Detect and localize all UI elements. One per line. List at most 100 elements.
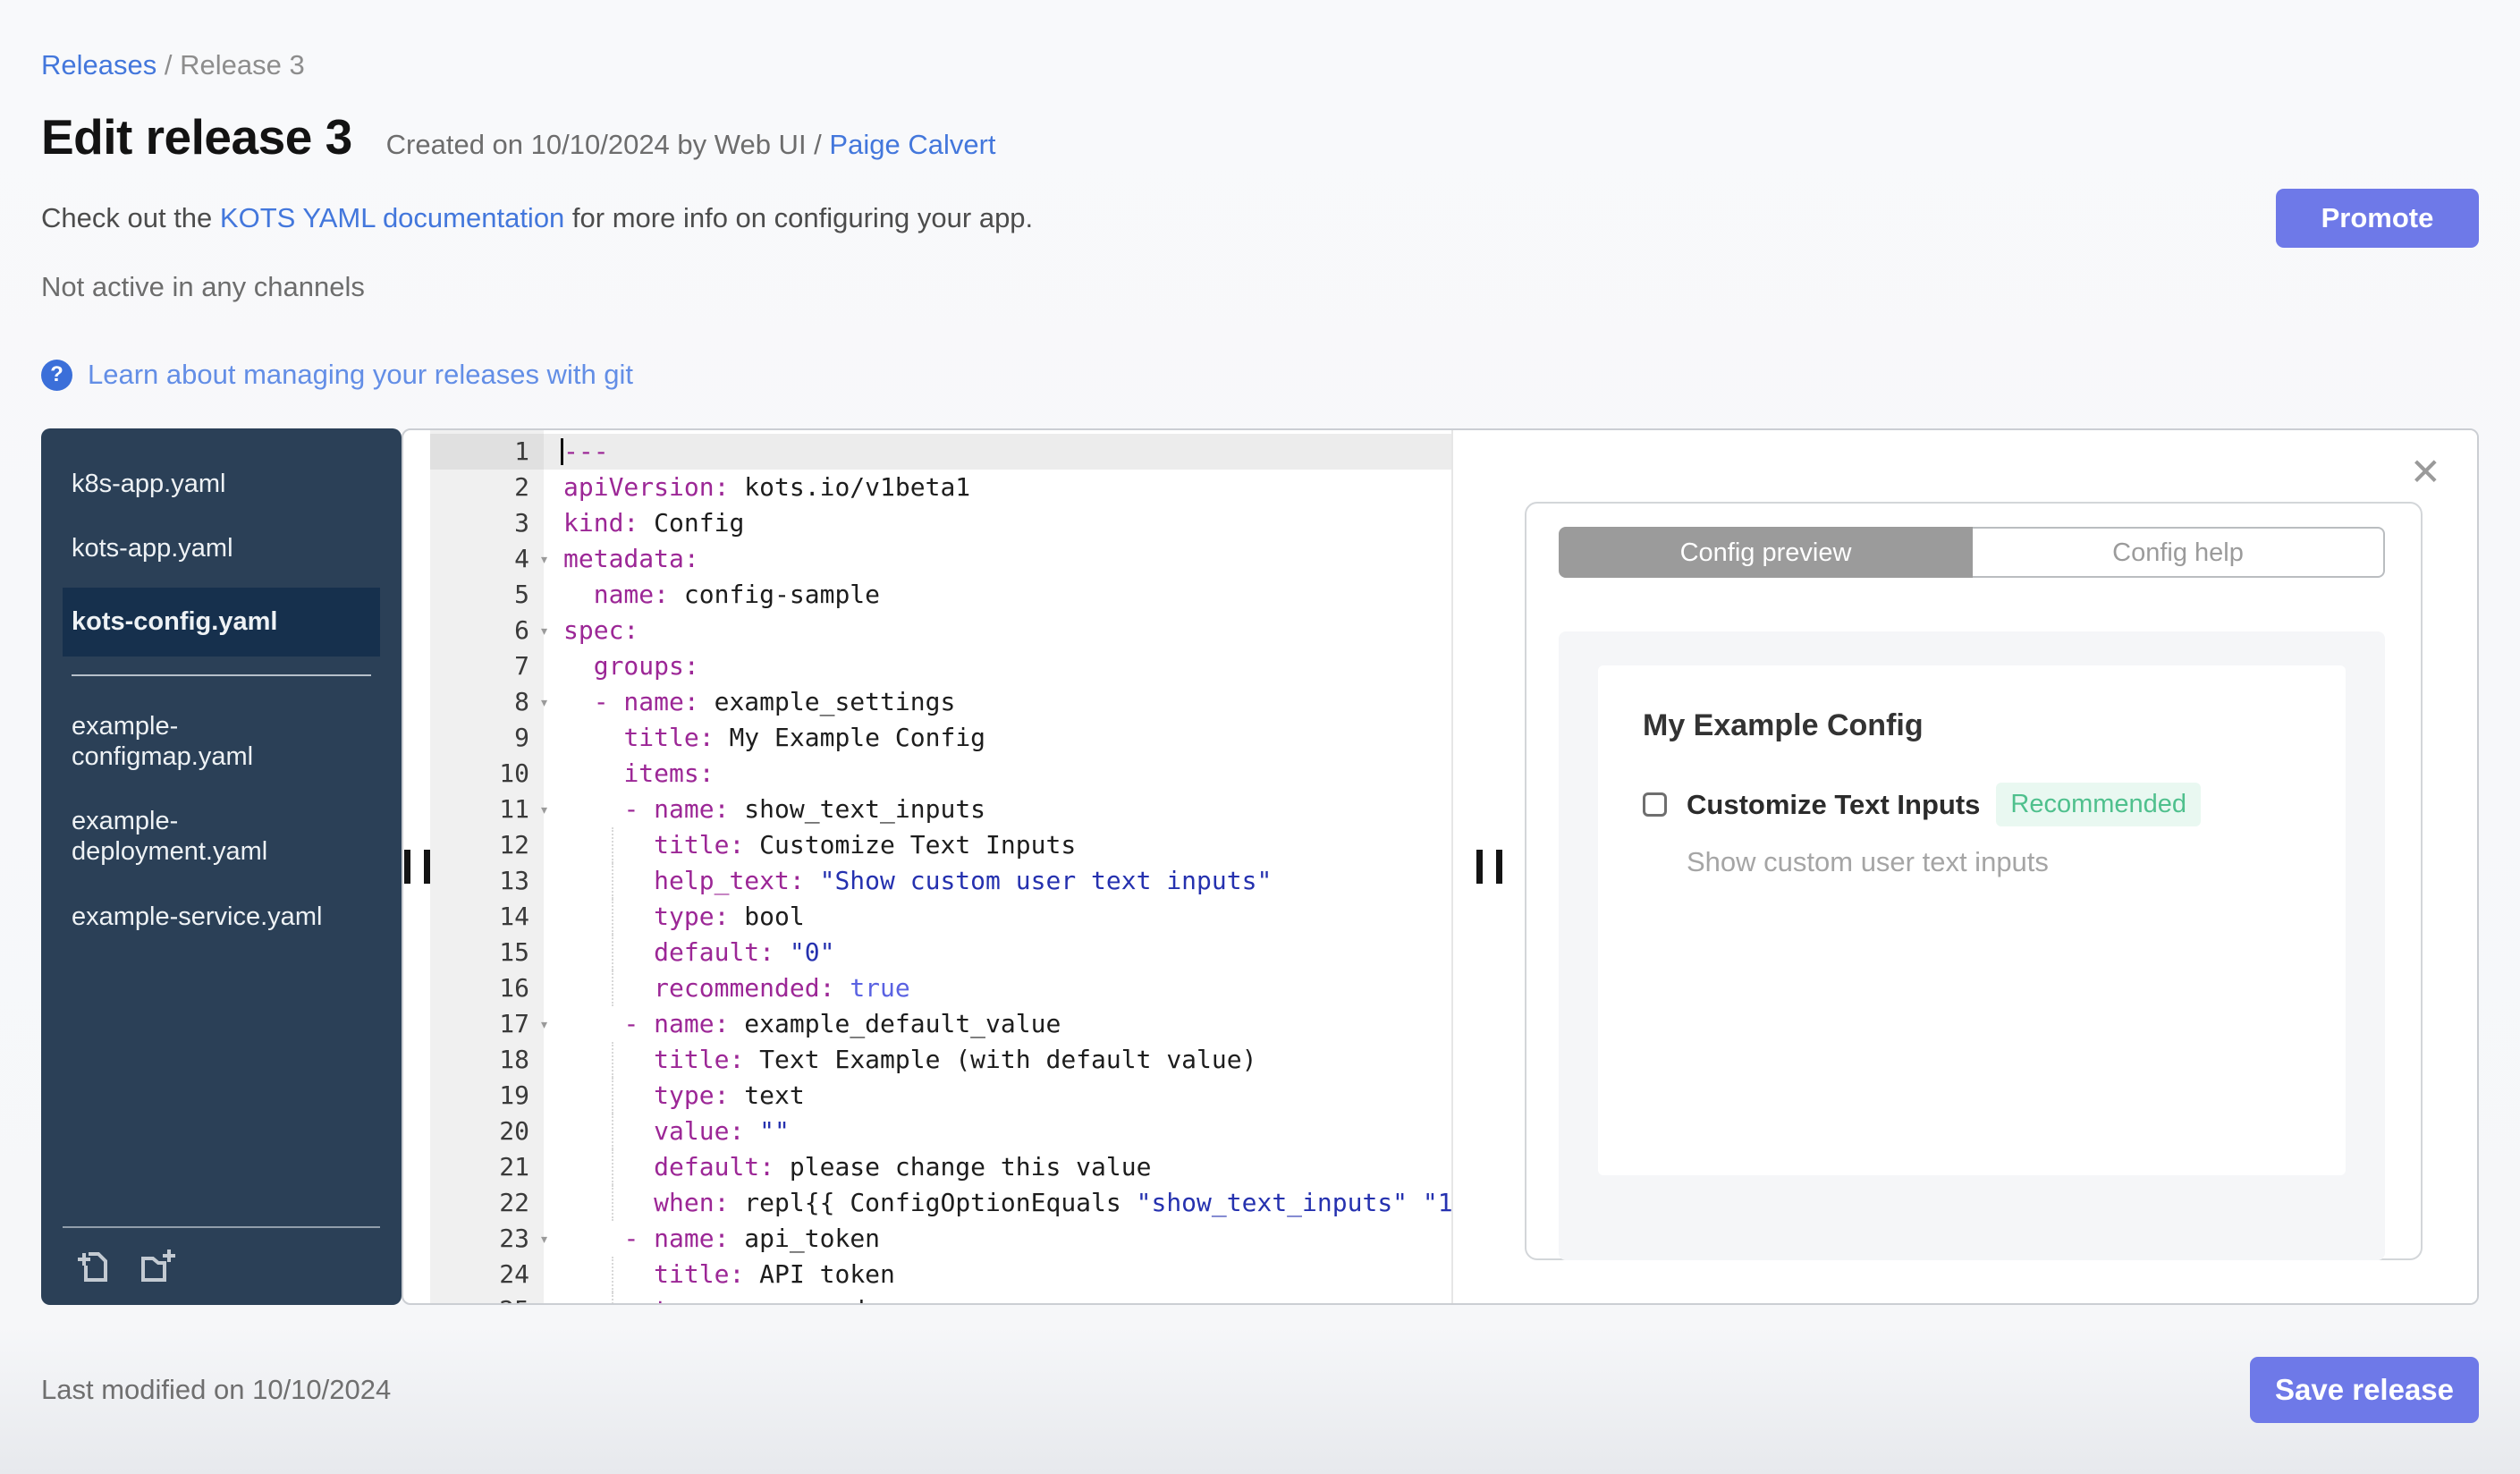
sidebar-file-example-configmap.yaml[interactable]: example-configmap.yaml [63,694,380,789]
code-line[interactable]: value: "" [544,1114,1451,1149]
indent-guide [611,899,613,935]
code-line[interactable]: groups: [544,648,1451,684]
code-token: - name: [623,794,730,824]
git-help-link[interactable]: Learn about managing your releases with … [88,359,633,391]
customize-text-inputs-checkbox[interactable] [1643,792,1667,817]
code-token: title: [654,1259,745,1289]
code-line[interactable]: items: [544,756,1451,792]
code-line[interactable]: metadata: [544,541,1451,577]
code-line[interactable]: kind: Config [544,505,1451,541]
line-number: 17 ▾ [430,1006,549,1042]
code-line[interactable]: type: bool [544,899,1451,935]
code-line[interactable]: - name: show_text_inputs [544,792,1451,827]
created-meta: Created on 10/10/2024 by Web UI / Paige … [386,129,996,161]
code-token: type: [654,1080,730,1110]
page-title: Edit release 3 [41,109,352,165]
preview-resize-handle[interactable] [1453,430,1525,1303]
help-icon: ? [41,359,72,391]
add-folder-icon[interactable] [136,1244,177,1285]
code-token: type: [654,1295,729,1303]
config-item-row: Customize Text Inputs Recommended [1643,783,2310,826]
indent-guide [611,970,613,1006]
indent-guide [611,1078,613,1114]
code-token: - name: [623,1009,730,1038]
code-line[interactable]: --- [544,434,1451,470]
code-line[interactable]: help_text: "Show custom user text inputs… [544,863,1451,899]
sidebar-file-k8s-app.yaml[interactable]: k8s-app.yaml [63,452,380,516]
code-line[interactable]: default: please change this value [544,1149,1451,1185]
kots-docs-link[interactable]: KOTS YAML documentation [220,202,564,233]
code-token: Config [638,508,745,538]
code-line[interactable]: title: Text Example (with default value) [544,1042,1451,1078]
text-cursor [561,438,563,465]
code-line[interactable]: title: Customize Text Inputs [544,827,1451,863]
editor-code[interactable]: --- apiVersion: kots.io/v1beta1 kind: Conf… [544,430,1451,1303]
line-number: 14 [499,902,529,931]
code-token: repl{{ ConfigOptionEquals [729,1188,1137,1217]
code-token: items: [623,758,715,788]
code-line[interactable]: spec: [544,613,1451,648]
code-line[interactable]: - name: example_default_value [544,1006,1451,1042]
sidebar-file-kots-app.yaml[interactable]: kots-app.yaml [63,516,380,580]
code-line[interactable]: type: text [544,1078,1451,1114]
config-item-help: Show custom user text inputs [1687,846,2049,877]
code-line[interactable]: - name: api_token [544,1221,1451,1257]
code-line[interactable]: name: config-sample [544,577,1451,613]
sidebar-divider [72,673,371,676]
code-line[interactable]: title: My Example Config [544,720,1451,756]
sidebar-file-example-deployment.yaml[interactable]: example-deployment.yaml [63,789,380,884]
code-line[interactable]: - name: example_settings [544,684,1451,720]
line-number: 13 [499,866,529,895]
save-release-button[interactable]: Save release [2250,1357,2479,1423]
code-token: title: [623,723,715,752]
line-number: 12 [499,830,529,860]
sidebar-file-kots-config.yaml[interactable]: kots-config.yaml [63,588,380,657]
sidebar-resize-handle[interactable] [403,430,430,1303]
code-token: title: [654,1045,745,1074]
editor-shell: 1 2 3 4 ▾ 5 6 ▾ 7 8 ▾ 9 10 11 ▾ 12 13 14 15 16 17 ▾ 18 19 20 21 22… [402,428,2479,1305]
code-token: recommended: [654,973,835,1003]
breadcrumb-releases-link[interactable]: Releases [41,49,156,80]
sidebar-file-example-service.yaml[interactable]: example-service.yaml [63,885,380,949]
code-token: kots.io/v1beta1 [729,472,971,502]
code-line[interactable]: title: API token [544,1257,1451,1292]
last-modified: Last modified on 10/10/2024 [41,1374,392,1405]
line-number: 8 ▾ [430,684,549,720]
code-token: spec: [563,615,639,645]
code-line[interactable]: when: repl{{ ConfigOptionEquals "show_te… [544,1185,1451,1221]
code-token: Customize Text Inputs [744,830,1077,860]
code-token: api_token [729,1224,881,1253]
code-editor[interactable]: 1 2 3 4 ▾ 5 6 ▾ 7 8 ▾ 9 10 11 ▾ 12 13 14 15 16 17 ▾ 18 19 20 21 22… [430,430,1453,1303]
code-token: API token [744,1259,895,1289]
docs-row: Check out the KOTS YAML documentation fo… [41,189,2479,248]
code-line[interactable]: apiVersion: kots.io/v1beta1 [544,470,1451,505]
code-line[interactable]: default: "0" [544,935,1451,970]
tab-config-help[interactable]: Config help [1973,527,2385,578]
code-line[interactable]: type: password [544,1292,1451,1303]
add-file-icon[interactable] [72,1244,113,1285]
code-token: "Show custom user text inputs" [819,866,1273,895]
docs-sentence: Check out the KOTS YAML documentation fo… [41,202,1033,234]
code-token: title: [654,830,745,860]
code-token: default: [654,937,775,967]
promote-button[interactable]: Promote [2276,189,2479,248]
code-token: default: [654,1152,775,1182]
code-token: please change this value [774,1152,1152,1182]
resize-bar [1495,850,1502,884]
code-token: show_text_inputs [729,794,986,824]
tab-config-preview[interactable]: Config preview [1559,527,1973,578]
file-list: k8s-app.yaml kots-app.yaml kots-config.yam… [63,452,380,949]
author-link[interactable]: Paige Calvert [829,129,995,160]
close-icon[interactable]: ✕ [2410,453,2441,491]
code-line[interactable]: recommended: true [544,970,1451,1006]
